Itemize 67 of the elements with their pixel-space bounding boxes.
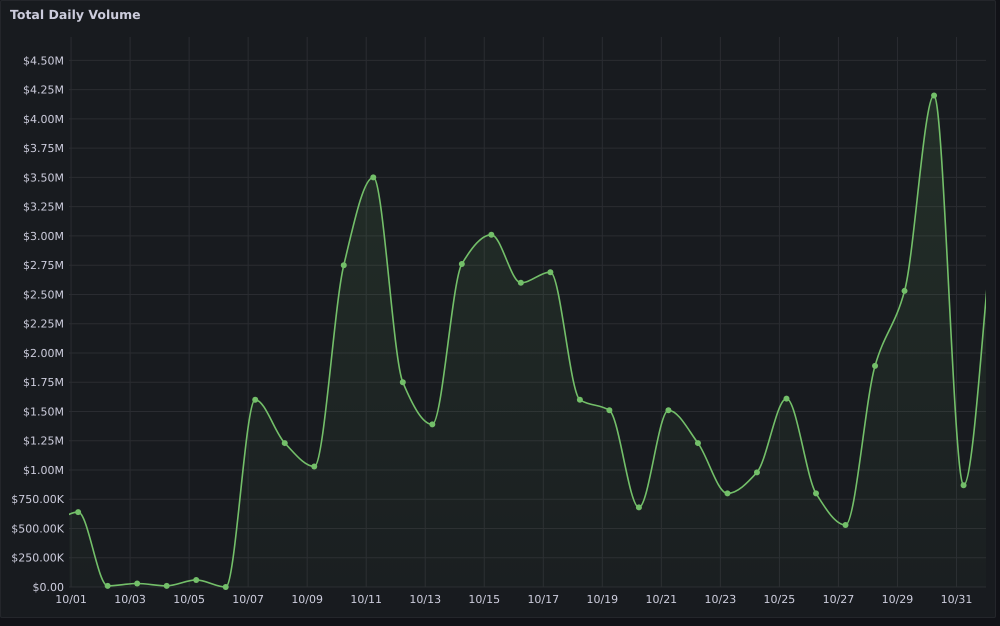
data-point [754, 469, 760, 476]
axis-label: $2.75M [23, 259, 64, 272]
panel-title: Total Daily Volume [9, 6, 142, 23]
data-point [902, 288, 908, 294]
axis-label: $2.25M [23, 318, 64, 331]
data-point [104, 582, 111, 589]
data-point [724, 490, 730, 496]
data-point [282, 440, 288, 446]
data-point [606, 407, 612, 414]
data-point [222, 584, 229, 590]
data-point [518, 280, 524, 286]
axis-label: 10/01 [55, 593, 87, 606]
axis-label: 10/25 [764, 593, 796, 606]
data-point [576, 396, 583, 403]
axis-label: $4.00M [23, 112, 64, 126]
axis-label: $250.00K [11, 552, 64, 565]
data-point [164, 582, 170, 589]
data-point [694, 440, 701, 446]
axis-label: 10/07 [232, 593, 264, 606]
data-point [193, 576, 200, 583]
axis-label: $750.00K [11, 493, 64, 506]
data-point [842, 522, 849, 528]
axis-label: $3.50M [23, 171, 64, 184]
data-point [134, 580, 140, 586]
axis-label: 10/03 [114, 593, 146, 606]
axis-label: 10/13 [409, 593, 442, 606]
axis-label: $1.75M [23, 376, 64, 390]
axis-label: 10/11 [350, 593, 382, 606]
axis-label: $1.50M [23, 405, 64, 418]
axis-label: $3.25M [23, 200, 64, 214]
data-point [400, 379, 406, 386]
data-point [75, 509, 82, 516]
axis-label: 10/29 [882, 593, 914, 606]
axis-label: $4.50M [23, 54, 64, 68]
axis-label: $2.00M [23, 346, 64, 360]
axis-label: 10/17 [527, 593, 560, 606]
data-point [370, 174, 376, 180]
axis-label: 10/15 [468, 593, 500, 606]
axis-label: 10/19 [586, 593, 618, 606]
axis-label: $1.00M [23, 464, 64, 477]
data-point [665, 407, 672, 414]
data-point [458, 261, 465, 268]
axis-label: $1.25M [23, 434, 64, 448]
axis-label: $4.25M [23, 84, 64, 97]
axis-label: 10/23 [704, 593, 736, 606]
data-point [813, 490, 819, 496]
data-point [311, 463, 318, 470]
data-point [488, 232, 494, 238]
axis-label: 10/09 [291, 593, 324, 606]
axis-label: 10/21 [646, 593, 678, 606]
axis-label: 10/31 [940, 593, 972, 606]
axis-label: $3.00M [23, 230, 64, 243]
data-point [636, 504, 642, 510]
axis-label: $500.00K [11, 522, 64, 536]
data-point [429, 421, 436, 428]
axis-label: $3.75M [23, 142, 64, 156]
data-point [931, 92, 938, 98]
axis-label: $2.50M [23, 288, 64, 302]
axis-label: 10/05 [173, 593, 205, 606]
data-point [872, 362, 878, 369]
axis-label: $0.00 [32, 581, 64, 594]
data-point [547, 269, 554, 276]
data-point [783, 396, 790, 402]
data-point [252, 396, 258, 403]
data-point [340, 262, 347, 268]
data-point [960, 482, 967, 488]
axis-label: 10/27 [822, 593, 854, 606]
